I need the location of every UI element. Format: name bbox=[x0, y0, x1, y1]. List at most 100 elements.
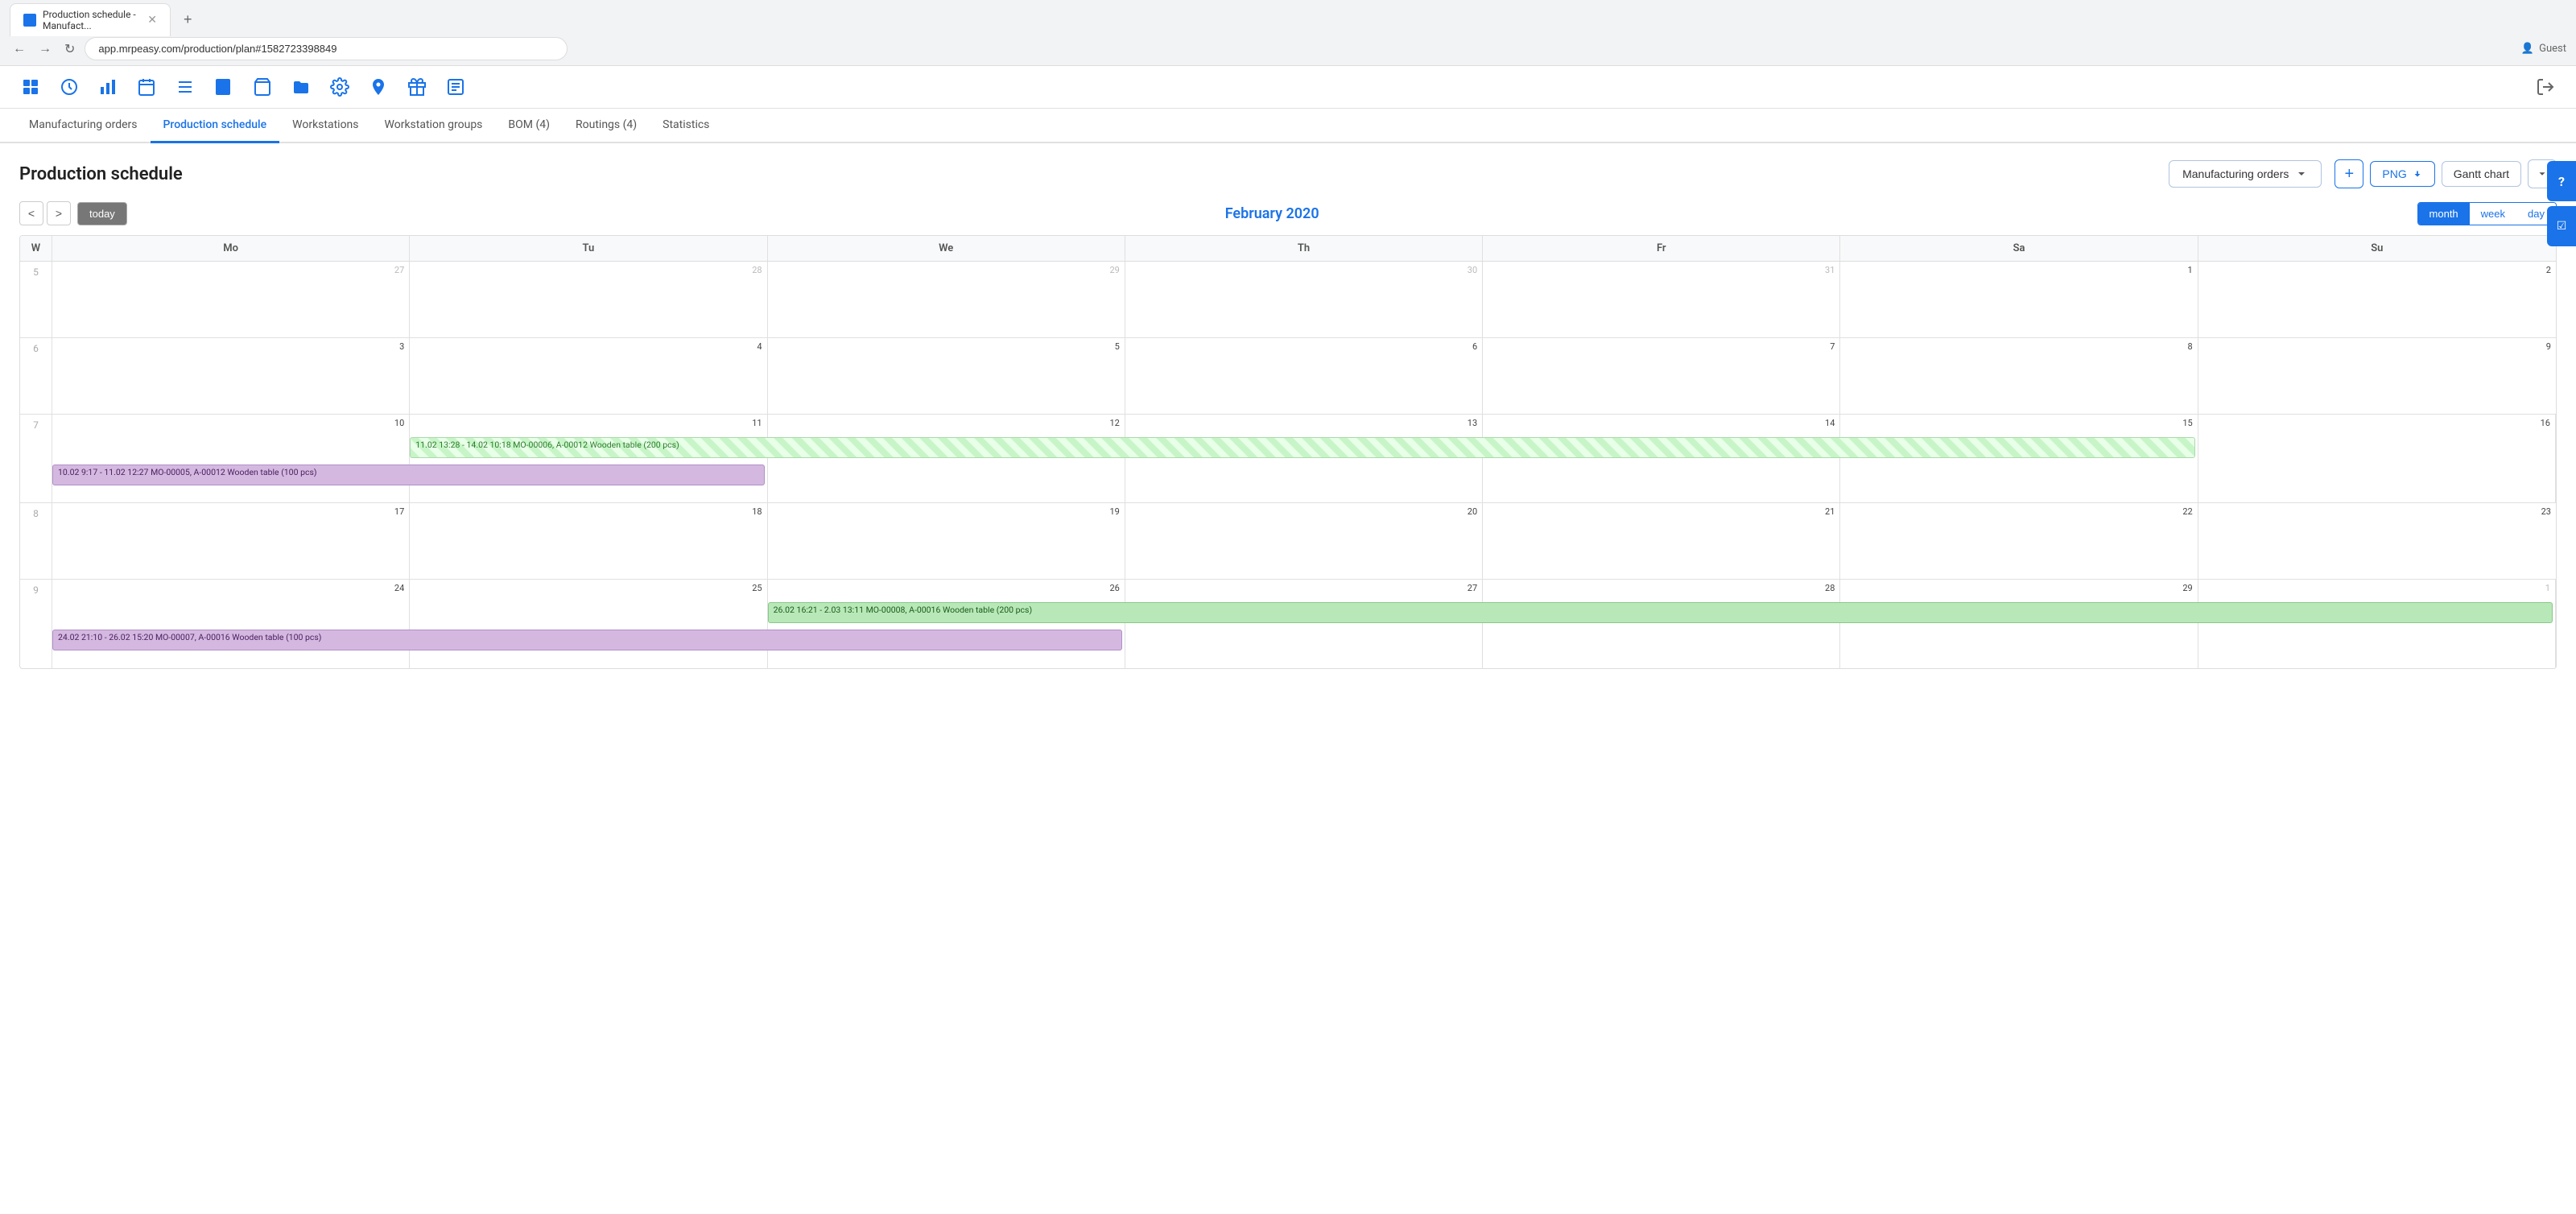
side-checklist-button[interactable]: ☑ bbox=[2547, 206, 2576, 246]
day-fr-w6[interactable]: 7 bbox=[1483, 338, 1840, 414]
forward-button[interactable]: → bbox=[35, 39, 55, 60]
tab-production-schedule[interactable]: Production schedule bbox=[151, 109, 280, 143]
png-export-button[interactable]: PNG bbox=[2370, 161, 2434, 187]
event-mo-00008[interactable]: 26.02 16:21 - 2.03 13:11 MO-00008, A-000… bbox=[768, 602, 2553, 623]
tab-manufacturing-orders[interactable]: Manufacturing orders bbox=[16, 109, 151, 143]
side-help-button[interactable]: ? bbox=[2547, 161, 2576, 201]
day-we-w5[interactable]: 29 bbox=[768, 262, 1125, 337]
header-mo: Mo bbox=[52, 236, 410, 261]
day-fr-w5[interactable]: 31 bbox=[1483, 262, 1840, 337]
day-mo-w8[interactable]: 17 bbox=[52, 503, 410, 579]
list-icon[interactable] bbox=[171, 72, 200, 101]
tab-statistics[interactable]: Statistics bbox=[650, 109, 722, 143]
day-mo-w7[interactable]: 10 bbox=[52, 415, 410, 502]
day-we-w6[interactable]: 5 bbox=[768, 338, 1125, 414]
day-mo-w9[interactable]: 24 bbox=[52, 580, 410, 668]
day-su-w7[interactable]: 16 bbox=[2198, 415, 2556, 502]
event-mo-00006[interactable]: 11.02 13:28 - 14.02 10:18 MO-00006, A-00… bbox=[410, 437, 2194, 458]
tab-favicon bbox=[23, 14, 36, 27]
day-su-w9[interactable]: 1 bbox=[2198, 580, 2556, 668]
day-mo-w5[interactable]: 27 bbox=[52, 262, 410, 337]
day-su-w6[interactable]: 9 bbox=[2198, 338, 2556, 414]
week-row-6: 6 3 4 5 6 7 8 9 bbox=[20, 338, 2556, 415]
reload-button[interactable]: ↻ bbox=[61, 38, 78, 60]
week-row-9: 9 24 25 26 27 28 29 1 26.02 16:21 - 2.03… bbox=[20, 580, 2556, 668]
day-th-w5[interactable]: 30 bbox=[1125, 262, 1483, 337]
page-title: Production schedule bbox=[19, 164, 2156, 184]
day-su-w8[interactable]: 23 bbox=[2198, 503, 2556, 579]
day-fr-w9[interactable]: 28 bbox=[1483, 580, 1840, 668]
day-tu-w9[interactable]: 25 bbox=[410, 580, 767, 668]
tab-workstation-groups[interactable]: Workstation groups bbox=[372, 109, 496, 143]
filter-dropdown[interactable]: Manufacturing orders bbox=[2169, 160, 2322, 188]
url-input[interactable] bbox=[85, 37, 568, 60]
day-tu-w5[interactable]: 28 bbox=[410, 262, 767, 337]
browser-tab[interactable]: Production schedule - Manufact... ✕ bbox=[10, 3, 171, 36]
month-view-button[interactable]: month bbox=[2418, 203, 2470, 225]
settings-icon[interactable] bbox=[325, 72, 354, 101]
header-tu: Tu bbox=[410, 236, 767, 261]
day-tu-w7[interactable]: 11 bbox=[410, 415, 767, 502]
chart-icon[interactable] bbox=[93, 72, 122, 101]
profile-area: 👤 Guest bbox=[2521, 43, 2566, 55]
gantt-chart-button[interactable]: Gantt chart bbox=[2442, 161, 2521, 187]
day-sa-w6[interactable]: 8 bbox=[1840, 338, 2198, 414]
day-th-w7[interactable]: 13 bbox=[1125, 415, 1483, 502]
tab-workstations[interactable]: Workstations bbox=[279, 109, 371, 143]
prev-month-button[interactable]: < bbox=[19, 201, 43, 225]
event-mo-00005[interactable]: 10.02 9:17 - 11.02 12:27 MO-00005, A-000… bbox=[52, 465, 765, 485]
add-button[interactable]: + bbox=[2334, 159, 2363, 188]
png-label: PNG bbox=[2382, 167, 2406, 180]
day-tu-w6[interactable]: 4 bbox=[410, 338, 767, 414]
day-tu-w8[interactable]: 18 bbox=[410, 503, 767, 579]
view-buttons: month week day bbox=[2417, 202, 2557, 225]
calendar-controls: < > today February 2020 month week day bbox=[19, 201, 2557, 225]
day-fr-w7[interactable]: 14 bbox=[1483, 415, 1840, 502]
day-sa-w5[interactable]: 1 bbox=[1840, 262, 2198, 337]
tab-close-button[interactable]: ✕ bbox=[147, 14, 157, 27]
event-mo-00007[interactable]: 24.02 21:10 - 26.02 15:20 MO-00007, A-00… bbox=[52, 630, 1122, 650]
logo-icon[interactable] bbox=[16, 72, 45, 101]
today-button[interactable]: today bbox=[77, 202, 127, 225]
book-icon[interactable] bbox=[209, 72, 238, 101]
day-sa-w7[interactable]: 15 bbox=[1840, 415, 2198, 502]
day-su-w5[interactable]: 2 bbox=[2198, 262, 2556, 337]
folder-icon[interactable] bbox=[287, 72, 316, 101]
day-we-w8[interactable]: 19 bbox=[768, 503, 1125, 579]
day-we-w9[interactable]: 26 bbox=[768, 580, 1125, 668]
dashboard-icon[interactable] bbox=[55, 72, 84, 101]
header-th: Th bbox=[1125, 236, 1483, 261]
day-mo-w6[interactable]: 3 bbox=[52, 338, 410, 414]
new-tab-button[interactable]: + bbox=[177, 11, 199, 28]
back-button[interactable]: ← bbox=[10, 39, 29, 60]
week-num-8: 8 bbox=[20, 503, 52, 579]
profile-label: Guest bbox=[2539, 43, 2566, 55]
day-we-w7[interactable]: 12 bbox=[768, 415, 1125, 502]
gantt-label: Gantt chart bbox=[2454, 167, 2509, 180]
day-th-w9[interactable]: 27 bbox=[1125, 580, 1483, 668]
tab-bom[interactable]: BOM (4) bbox=[495, 109, 563, 143]
tab-routings[interactable]: Routings (4) bbox=[563, 109, 650, 143]
profile-icon: 👤 bbox=[2521, 43, 2534, 55]
day-sa-w9[interactable]: 29 bbox=[1840, 580, 2198, 668]
month-title: February 2020 bbox=[127, 205, 2417, 222]
next-month-button[interactable]: > bbox=[47, 201, 71, 225]
calendar-icon[interactable] bbox=[132, 72, 161, 101]
day-th-w6[interactable]: 6 bbox=[1125, 338, 1483, 414]
week-num-7: 7 bbox=[20, 415, 52, 502]
basket-icon[interactable] bbox=[248, 72, 277, 101]
gift-icon[interactable] bbox=[402, 72, 431, 101]
week-view-button[interactable]: week bbox=[2470, 203, 2516, 225]
week-row-7: 7 10 11 12 13 14 15 16 11.02 13:28 - 14.… bbox=[20, 415, 2556, 503]
day-sa-w8[interactable]: 22 bbox=[1840, 503, 2198, 579]
week-row-5: 5 27 28 29 30 31 1 2 bbox=[20, 262, 2556, 338]
header-actions: + PNG Gantt chart bbox=[2334, 159, 2557, 188]
calendar-header-row: W Mo Tu We Th Fr Sa Su bbox=[20, 236, 2556, 262]
logout-icon[interactable] bbox=[2531, 72, 2560, 101]
address-bar: ← → ↻ 👤 Guest bbox=[0, 32, 2576, 65]
day-fr-w8[interactable]: 21 bbox=[1483, 503, 1840, 579]
day-th-w8[interactable]: 20 bbox=[1125, 503, 1483, 579]
notes-icon[interactable] bbox=[441, 72, 470, 101]
filter-dropdown-label: Manufacturing orders bbox=[2182, 167, 2289, 180]
location-icon[interactable] bbox=[364, 72, 393, 101]
